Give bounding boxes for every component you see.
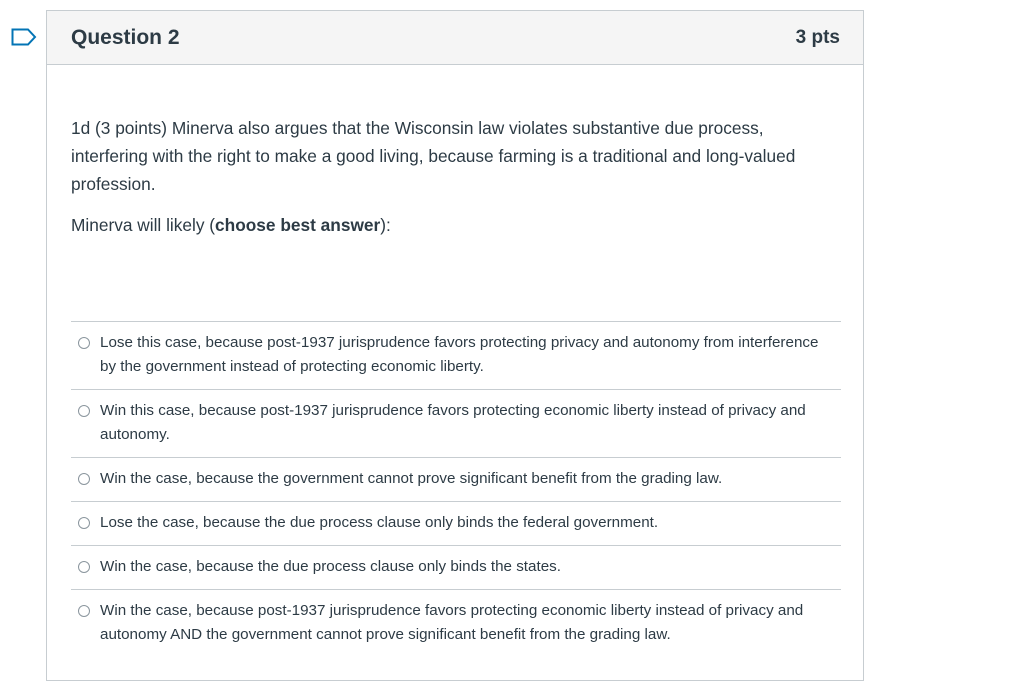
- answer-label: Lose this case, because post-1937 jurisp…: [100, 334, 819, 375]
- answer-label: Win the case, because post-1937 jurispru…: [100, 602, 804, 643]
- radio-button[interactable]: [78, 517, 90, 529]
- flag-question-icon[interactable]: [11, 28, 37, 46]
- answer-option-6[interactable]: Win the case, because post-1937 jurispru…: [71, 589, 841, 657]
- answer-option-4[interactable]: Lose the case, because the due process c…: [71, 501, 841, 545]
- question-points: 3 pts: [795, 27, 840, 48]
- prompt-prefix: Minerva will likely (: [71, 215, 216, 235]
- answer-label: Win the case, because the government can…: [100, 470, 723, 487]
- radio-button[interactable]: [78, 605, 90, 617]
- radio-button[interactable]: [78, 337, 90, 349]
- question-header: Question 2 3 pts: [47, 11, 863, 65]
- answer-label: Win the case, because the due process cl…: [100, 558, 561, 575]
- question-text: 1d (3 points) Minerva also argues that t…: [71, 114, 831, 198]
- radio-button[interactable]: [78, 561, 90, 573]
- answer-option-1[interactable]: Lose this case, because post-1937 jurisp…: [71, 321, 841, 389]
- prompt-suffix: ):: [380, 215, 391, 235]
- radio-button[interactable]: [78, 405, 90, 417]
- answer-option-5[interactable]: Win the case, because the due process cl…: [71, 545, 841, 589]
- question-body: 1d (3 points) Minerva also argues that t…: [71, 118, 796, 194]
- prompt-emphasis: choose best answer: [215, 215, 381, 235]
- question-card: Question 2 3 pts 1d (3 points) Minerva a…: [46, 10, 864, 681]
- answer-list: Lose this case, because post-1937 jurisp…: [71, 321, 841, 657]
- answer-label: Win this case, because post-1937 jurispr…: [100, 402, 806, 443]
- radio-button[interactable]: [78, 473, 90, 485]
- question-prompt: Minerva will likely (choose best answer)…: [71, 211, 391, 239]
- answer-option-2[interactable]: Win this case, because post-1937 jurispr…: [71, 389, 841, 457]
- answer-option-3[interactable]: Win the case, because the government can…: [71, 457, 841, 501]
- question-title: Question 2: [71, 26, 180, 49]
- answer-label: Lose the case, because the due process c…: [100, 514, 659, 531]
